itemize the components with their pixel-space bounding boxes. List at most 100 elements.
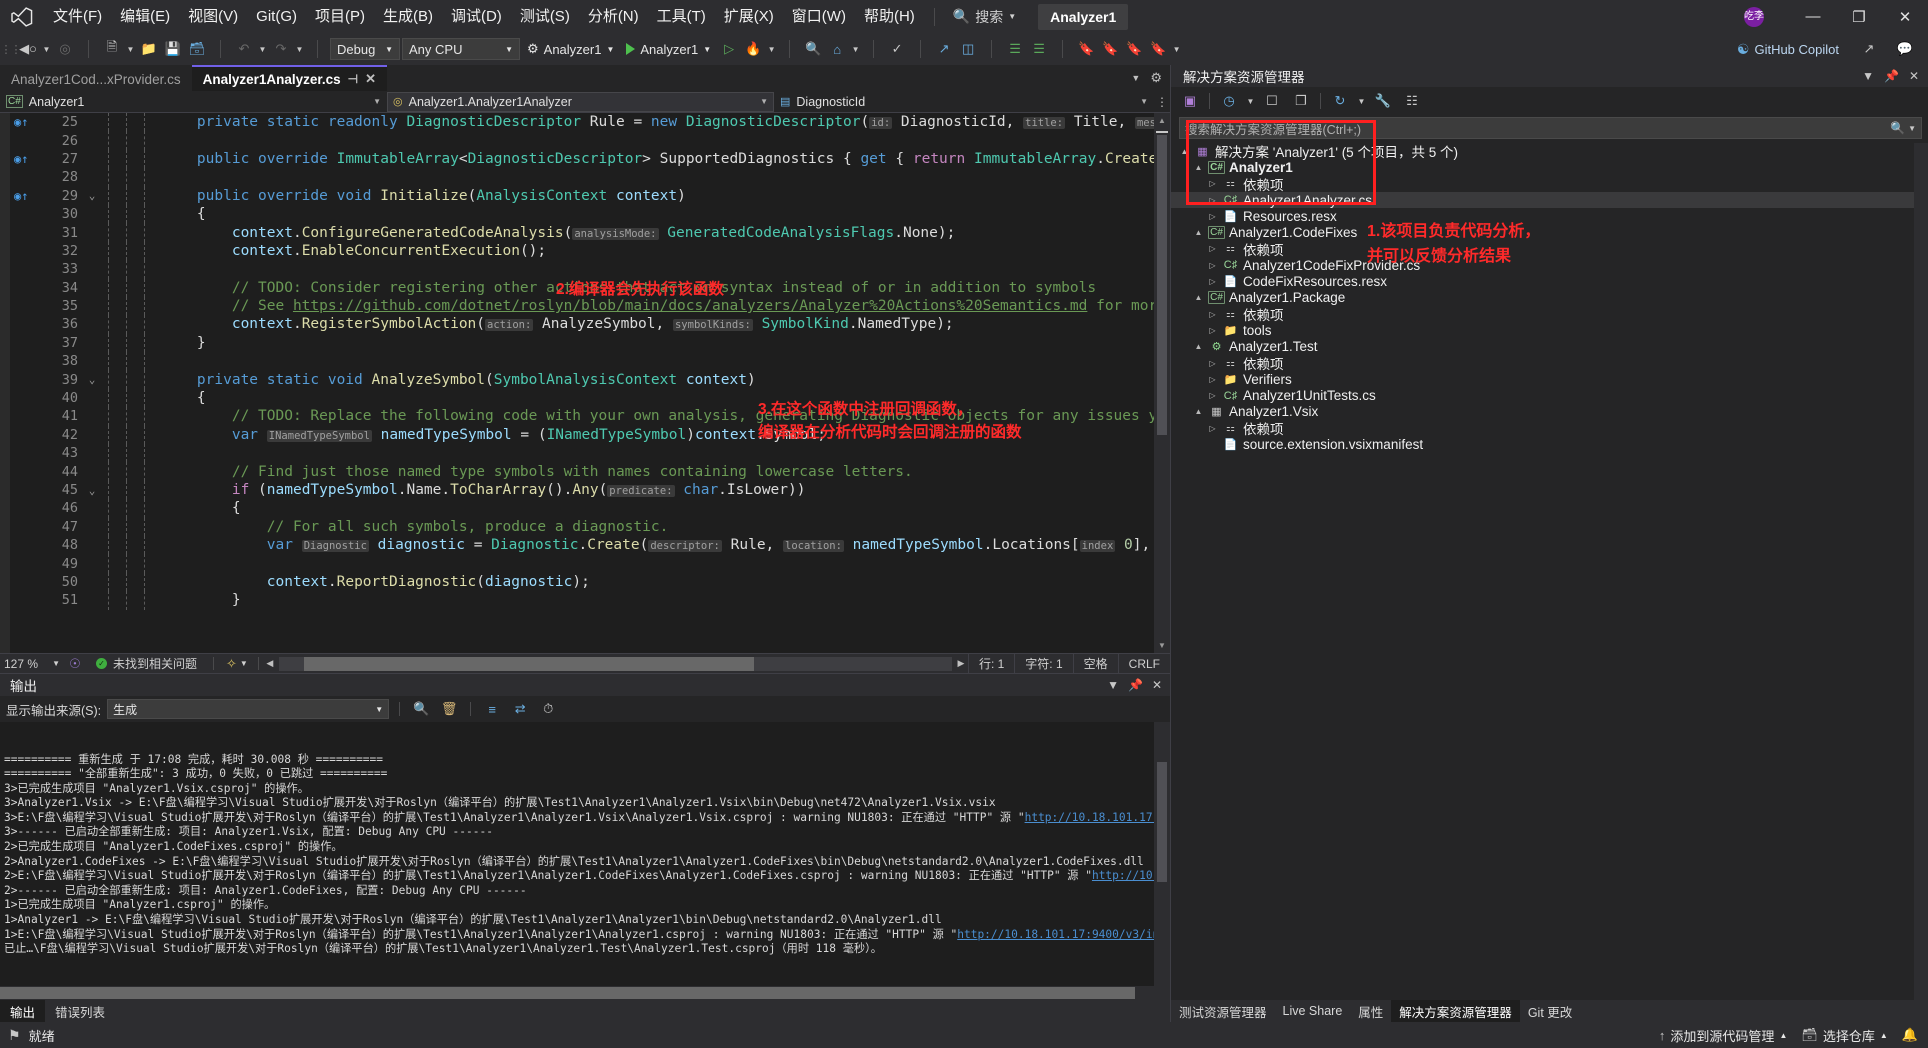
properties-icon[interactable]: 🔧 [1370,89,1396,113]
menu-test[interactable]: 测试(S) [511,0,579,33]
menu-file[interactable]: 文件(F) [44,0,111,33]
expander-icon[interactable]: ▷ [1207,310,1218,319]
menu-view[interactable]: 视图(V) [179,0,247,33]
tree-node[interactable]: ▲ ⚙ Analyzer1.Test [1171,339,1928,355]
close-tab-icon[interactable]: ✕ [365,71,376,87]
chevron-down-icon[interactable]: ▼ [1107,678,1119,692]
menu-edit[interactable]: 编辑(E) [111,0,179,33]
scroll-right-icon[interactable]: ▶ [954,658,968,669]
expander-icon[interactable]: ▷ [1207,261,1218,270]
toggle-bookmark-icon[interactable]: 🔖 [1075,37,1097,61]
solution-root-node[interactable]: ▲ ▦ 解决方案 'Analyzer1' (5 个项目，共 5 个) [1171,143,1928,160]
code-cleanup-button[interactable]: ✧ ▼ [220,656,254,672]
code-line[interactable]: ◉↑ 29 ⌄ public override void Initialize(An… [10,186,1154,205]
tree-node[interactable]: ▲ C# Analyzer1.Package [1171,290,1928,306]
go-to-definition-icon[interactable]: ↗ [933,37,955,61]
chevron-down-icon[interactable]: ▼ [41,45,52,54]
code-line[interactable]: 44 // Find just those named type symbols… [10,462,1154,481]
code-lens-indicator-icon[interactable]: ◉↑ [14,152,28,166]
show-timestamps-icon[interactable]: ⏱ [537,698,559,720]
fold-toggle-icon[interactable]: ⌄ [82,373,102,386]
expander-icon[interactable]: ▲ [1179,147,1190,156]
expander-icon[interactable]: ▷ [1207,424,1218,433]
expander-icon[interactable]: ▷ [1207,179,1218,188]
close-button[interactable]: ✕ [1882,0,1928,33]
navigate-back-icon[interactable]: ◀○ [17,37,39,61]
tree-node[interactable]: ▷ 📄 CodeFixResources.resx [1171,273,1928,289]
github-copilot-status[interactable]: ☯ GitHub Copilot [1732,41,1844,58]
tree-node[interactable]: ▷ C♯ Analyzer1UnitTests.cs [1171,387,1928,403]
show-all-files-icon[interactable]: ❐ [1288,89,1314,113]
tree-node[interactable]: 📄 source.extension.vsixmanifest [1171,436,1928,452]
menu-git[interactable]: Git(G) [247,0,306,33]
expander-icon[interactable]: ▷ [1207,391,1218,400]
tab-properties[interactable]: 属性 [1350,1000,1391,1022]
code-line[interactable]: 36 context.RegisterSymbolAction(action: … [10,315,1154,334]
tab-analyzer1analyzer[interactable]: Analyzer1Analyzer.cs ⊣ ✕ [191,65,388,91]
collapse-all-icon[interactable]: ☐ [1259,89,1285,113]
startup-project-selector[interactable]: ⚙ Analyzer1 ▼ [522,41,619,57]
navbar-class-combo[interactable]: ◎ Analyzer1.Analyzer1Analyzer ▼ [387,91,774,112]
code-line[interactable]: 46 { [10,499,1154,518]
code-line[interactable]: 48 var Diagnostic diagnostic = Diagnosti… [10,535,1154,555]
feedback-icon[interactable]: 💬 [1894,37,1916,61]
breakpoint-margin[interactable]: ◉↑ [10,115,36,129]
share-icon[interactable]: ↗ [1858,37,1880,61]
solution-name-chip[interactable]: Analyzer1 [1038,3,1129,30]
menu-build[interactable]: 生成(B) [374,0,442,33]
zoom-level-combo[interactable]: 127 % ▼ [0,657,64,671]
navbar-member-combo[interactable]: ▤ DiagnosticId ▼ [774,92,1154,112]
peek-definition-icon[interactable]: ◫ [957,37,979,61]
chevron-down-icon[interactable]: ▼ [1245,97,1256,106]
output-source-combo[interactable]: 生成 ▼ [107,699,390,720]
add-to-source-control-button[interactable]: ↑ 添加到源代码管理 ▲ [1659,1026,1787,1045]
expander-icon[interactable]: ▷ [1207,277,1218,286]
code-line[interactable]: 28 [10,168,1154,187]
spellcheck-icon[interactable]: ✓ [886,37,908,61]
tree-node[interactable]: ▷ ⚏ 依赖项 [1171,176,1928,193]
global-search-box[interactable]: 🔍 搜索 ▼ [945,5,1024,29]
notifications-icon[interactable]: 🔔 [1902,1027,1918,1043]
navbar-project-combo[interactable]: C# Analyzer1 ▼ [0,92,387,112]
tab-error-list[interactable]: 错误列表 [45,1000,115,1022]
select-repository-button[interactable]: 🗃 选择仓库 ▲ [1801,1026,1887,1045]
expander-icon[interactable]: ▲ [1193,228,1204,237]
output-vertical-scrollbar[interactable] [1154,722,1170,986]
tab-git-changes[interactable]: Git 更改 [1520,1000,1580,1022]
chevron-down-icon[interactable]: ▼ [1862,69,1874,83]
code-line[interactable]: 47 // For all such symbols, produce a di… [10,517,1154,536]
code-line[interactable]: 32 context.EnableConcurrentExecution(); [10,241,1154,261]
tab-live-share[interactable]: Live Share [1275,1000,1351,1022]
code-line[interactable]: 33 [10,260,1154,279]
menu-analyze[interactable]: 分析(N) [579,0,648,33]
tree-node[interactable]: ▷ C♯ Analyzer1Analyzer.cs [1171,191,1928,209]
solution-platform-combo[interactable]: Any CPU ▼ [402,38,520,60]
tree-node[interactable]: ▷ ⚏ 依赖项 [1171,420,1928,437]
expander-icon[interactable]: ▲ [1193,163,1204,172]
toolbar-overflow-icon[interactable]: ▼ [1171,45,1182,54]
open-file-icon[interactable]: 📁 [138,37,160,61]
split-editor-icon[interactable]: ⋮ [1154,95,1170,109]
scroll-left-icon[interactable]: ◀ [263,658,277,669]
code-editor[interactable]: ◉↑ 25 private static readonly DiagnosticD… [0,113,1170,654]
tree-node[interactable]: ▷ 📁 tools [1171,322,1928,338]
menu-extensions[interactable]: 扩展(X) [715,0,783,33]
code-line[interactable]: 45 ⌄ if (namedTypeSymbol.Name.ToCharArray… [10,480,1154,500]
tab-list-chevron-down-icon[interactable]: ▼ [1131,73,1140,83]
breakpoint-margin[interactable]: ◉↑ [10,152,36,166]
code-line[interactable]: 43 [10,444,1154,463]
live-visual-tree-icon[interactable]: ⌂ [826,37,848,61]
new-project-icon[interactable]: 🗎 [101,37,123,61]
expander-icon[interactable]: ▷ [1207,359,1218,368]
minimize-button[interactable]: — [1790,0,1836,33]
go-to-message-icon[interactable]: ⇄ [509,698,531,720]
tree-node[interactable]: ▷ 📁 Verifiers [1171,371,1928,387]
code-line[interactable]: ◉↑ 27 public override ImmutableArray<Diag… [10,149,1154,169]
save-icon[interactable]: 💾 [162,37,184,61]
code-line[interactable]: 37 } [10,333,1154,353]
pin-tab-icon[interactable]: ⊣ [348,72,358,86]
editor-horizontal-scrollbar[interactable] [278,656,952,671]
output-link[interactable]: http://10.18.101.17:9400/v3/index.json [957,928,1170,941]
pin-icon[interactable]: 📌 [1884,69,1899,83]
start-without-debugging-icon[interactable]: ▷ [718,37,740,61]
